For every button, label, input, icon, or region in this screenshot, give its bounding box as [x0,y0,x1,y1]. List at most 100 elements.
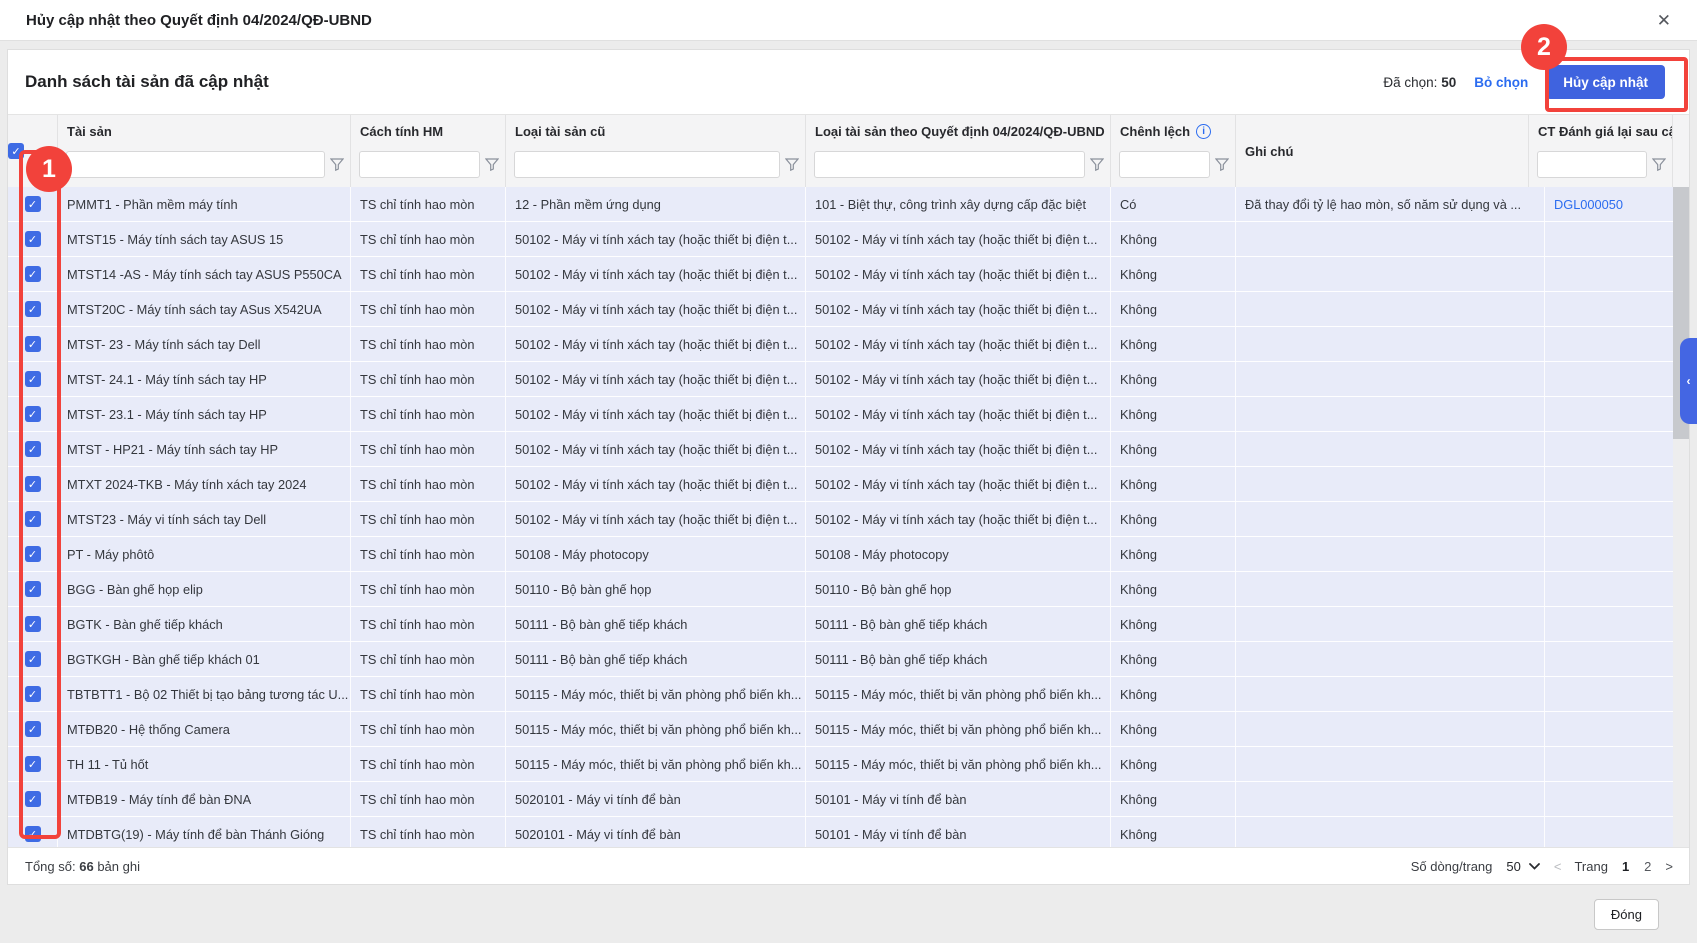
cell-diff: Không [1111,677,1236,711]
total-label: Tổng số: [25,858,76,874]
table-row[interactable]: ✓ MTĐB19 - Máy tính để bàn ĐNA TS chỉ tí… [8,782,1689,817]
cell-new-type: 50102 - Máy vi tính xách tay (hoặc thiết… [806,222,1111,256]
row-checkbox[interactable]: ✓ [24,686,41,702]
filter-input-method[interactable] [359,150,480,178]
row-checkbox[interactable]: ✓ [24,511,41,527]
prev-page-button[interactable]: < [1554,859,1562,874]
deselect-link[interactable]: Bỏ chọn [1474,75,1528,90]
cell-new-type: 50102 - Máy vi tính xách tay (hoặc thiết… [806,292,1111,326]
filter-icon[interactable] [1090,158,1104,171]
page-number-2[interactable]: 2 [1643,859,1652,874]
table-row[interactable]: ✓ MTST- 24.1 - Máy tính sách tay HP TS c… [8,362,1689,397]
cell-note [1236,502,1545,536]
cell-note [1236,222,1545,256]
table-row[interactable]: ✓ MTXT 2024-TKB - Máy tính xách tay 2024… [8,467,1689,502]
close-dialog-button[interactable]: Đóng [1593,899,1659,930]
cell-new-type: 50111 - Bộ bàn ghế tiếp khách [806,642,1111,676]
cell-method: TS chỉ tính hao mòn [351,677,506,711]
table-row[interactable]: ✓ TH 11 - Tủ hốt TS chỉ tính hao mòn 501… [8,747,1689,782]
filter-input-ct[interactable] [1537,150,1647,178]
filter-input-diff[interactable] [1119,150,1210,178]
filter-input-asset[interactable] [66,150,325,178]
cell-asset: BGTK - Bàn ghế tiếp khách [58,607,351,641]
row-checkbox[interactable]: ✓ [24,791,41,807]
row-checkbox[interactable]: ✓ [24,301,41,317]
row-checkbox[interactable]: ✓ [24,371,41,387]
row-checkbox[interactable]: ✓ [24,196,41,212]
table-row[interactable]: ✓ MTDBTG(19) - Máy tính để bàn Thánh Gió… [8,817,1689,847]
table-row[interactable]: ✓ MTĐB20 - Hệ thống Camera TS chỉ tính h… [8,712,1689,747]
row-checkbox[interactable]: ✓ [24,826,41,842]
table-row[interactable]: ✓ BGG - Bàn ghế họp elip TS chỉ tính hao… [8,572,1689,607]
row-checkbox[interactable]: ✓ [24,266,41,282]
row-checkbox[interactable]: ✓ [24,616,41,632]
cell-asset: MTĐB19 - Máy tính để bàn ĐNA [58,782,351,816]
row-checkbox[interactable]: ✓ [24,336,41,352]
cell-old-type: 50102 - Máy vi tính xách tay (hoặc thiết… [506,432,806,466]
next-page-button[interactable]: > [1665,859,1673,874]
table-row[interactable]: ✓ MTST - HP21 - Máy tính sách tay HP TS … [8,432,1689,467]
table-row[interactable]: ✓ BGTKGH - Bàn ghế tiếp khách 01 TS chỉ … [8,642,1689,677]
cell-old-type: 50102 - Máy vi tính xách tay (hoặc thiết… [506,467,806,501]
page-number-1[interactable]: 1 [1621,859,1630,874]
filter-icon[interactable] [330,158,344,171]
cell-new-type: 50102 - Máy vi tính xách tay (hoặc thiết… [806,502,1111,536]
table-footer: Tổng số: 66 bản ghi Số dòng/trang 50 < T… [8,847,1689,884]
row-checkbox[interactable]: ✓ [24,651,41,667]
row-checkbox[interactable]: ✓ [24,406,41,422]
cell-method: TS chỉ tính hao mòn [351,782,506,816]
table-row[interactable]: ✓ MTST23 - Máy vi tính sách tay Dell TS … [8,502,1689,537]
row-checkbox[interactable]: ✓ [24,721,41,737]
table-row[interactable]: ✓ PT - Máy phôtô TS chỉ tính hao mòn 501… [8,537,1689,572]
cell-asset: MTST - HP21 - Máy tính sách tay HP [58,432,351,466]
row-checkbox[interactable]: ✓ [24,441,41,457]
table-row[interactable]: ✓ BGTK - Bàn ghế tiếp khách TS chỉ tính … [8,607,1689,642]
cell-note [1236,362,1545,396]
select-all-checkbox[interactable]: ✓ [8,143,24,159]
cell-method: TS chỉ tính hao mòn [351,187,506,221]
rows-per-page-value: 50 [1506,858,1521,874]
collapse-panel-tab[interactable]: ‹ [1680,338,1697,424]
row-checkbox[interactable]: ✓ [24,476,41,492]
cell-new-type: 50101 - Máy vi tính để bàn [806,817,1111,847]
cell-method: TS chỉ tính hao mòn [351,432,506,466]
table-row[interactable]: ✓ PMMT1 - Phần mềm máy tính TS chỉ tính … [8,187,1689,222]
table-row[interactable]: ✓ MTST20C - Máy tính sách tay ASus X542U… [8,292,1689,327]
cell-asset: MTĐB20 - Hệ thống Camera [58,712,351,746]
cell-old-type: 50115 - Máy móc, thiết bị văn phòng phổ … [506,677,806,711]
filter-icon[interactable] [785,158,799,171]
vertical-scrollbar[interactable] [1673,187,1689,847]
table-row[interactable]: ✓ MTST- 23 - Máy tính sách tay Dell TS c… [8,327,1689,362]
cell-method: TS chỉ tính hao mòn [351,397,506,431]
row-checkbox[interactable]: ✓ [24,231,41,247]
table-row[interactable]: ✓ MTST14 -AS - Máy tính sách tay ASUS P5… [8,257,1689,292]
row-checkbox[interactable]: ✓ [24,756,41,772]
table-row[interactable]: ✓ MTST- 23.1 - Máy tính sách tay HP TS c… [8,397,1689,432]
row-checkbox[interactable]: ✓ [24,581,41,597]
column-header-new-type: Loại tài sản theo Quyết định 04/2024/QĐ-… [815,123,1105,139]
dialog-bottom-bar: Đóng [0,886,1697,943]
row-checkbox[interactable]: ✓ [24,546,41,562]
filter-icon[interactable] [485,158,499,171]
cell-old-type: 50102 - Máy vi tính xách tay (hoặc thiết… [506,222,806,256]
close-icon[interactable]: ✕ [1657,12,1671,29]
cell-note [1236,747,1545,781]
rows-per-page-select[interactable]: 50 [1506,858,1540,874]
cell-diff: Không [1111,432,1236,466]
filter-input-new-type[interactable] [814,150,1085,178]
table-row[interactable]: ✓ TBTBTT1 - Bộ 02 Thiết bị tạo bảng tươn… [8,677,1689,712]
info-icon[interactable]: i [1196,123,1212,139]
filter-icon[interactable] [1652,158,1666,171]
cell-old-type: 50102 - Máy vi tính xách tay (hoặc thiết… [506,292,806,326]
cancel-update-button[interactable]: Hủy cập nhật [1546,65,1665,99]
ct-revaluation-link[interactable]: DGL000050 [1554,197,1623,212]
table-row[interactable]: ✓ MTST15 - Máy tính sách tay ASUS 15 TS … [8,222,1689,257]
column-header-diff: Chênh lệch [1120,123,1191,139]
selected-count-text: Đã chọn: 50 [1383,75,1456,90]
cell-diff: Không [1111,747,1236,781]
selected-label: Đã chọn: [1383,74,1438,90]
pagination: < Trang 1 2 > [1554,859,1673,874]
cell-old-type: 12 - Phần mềm ứng dụng [506,187,806,221]
filter-icon[interactable] [1215,158,1229,171]
filter-input-old-type[interactable] [514,150,780,178]
